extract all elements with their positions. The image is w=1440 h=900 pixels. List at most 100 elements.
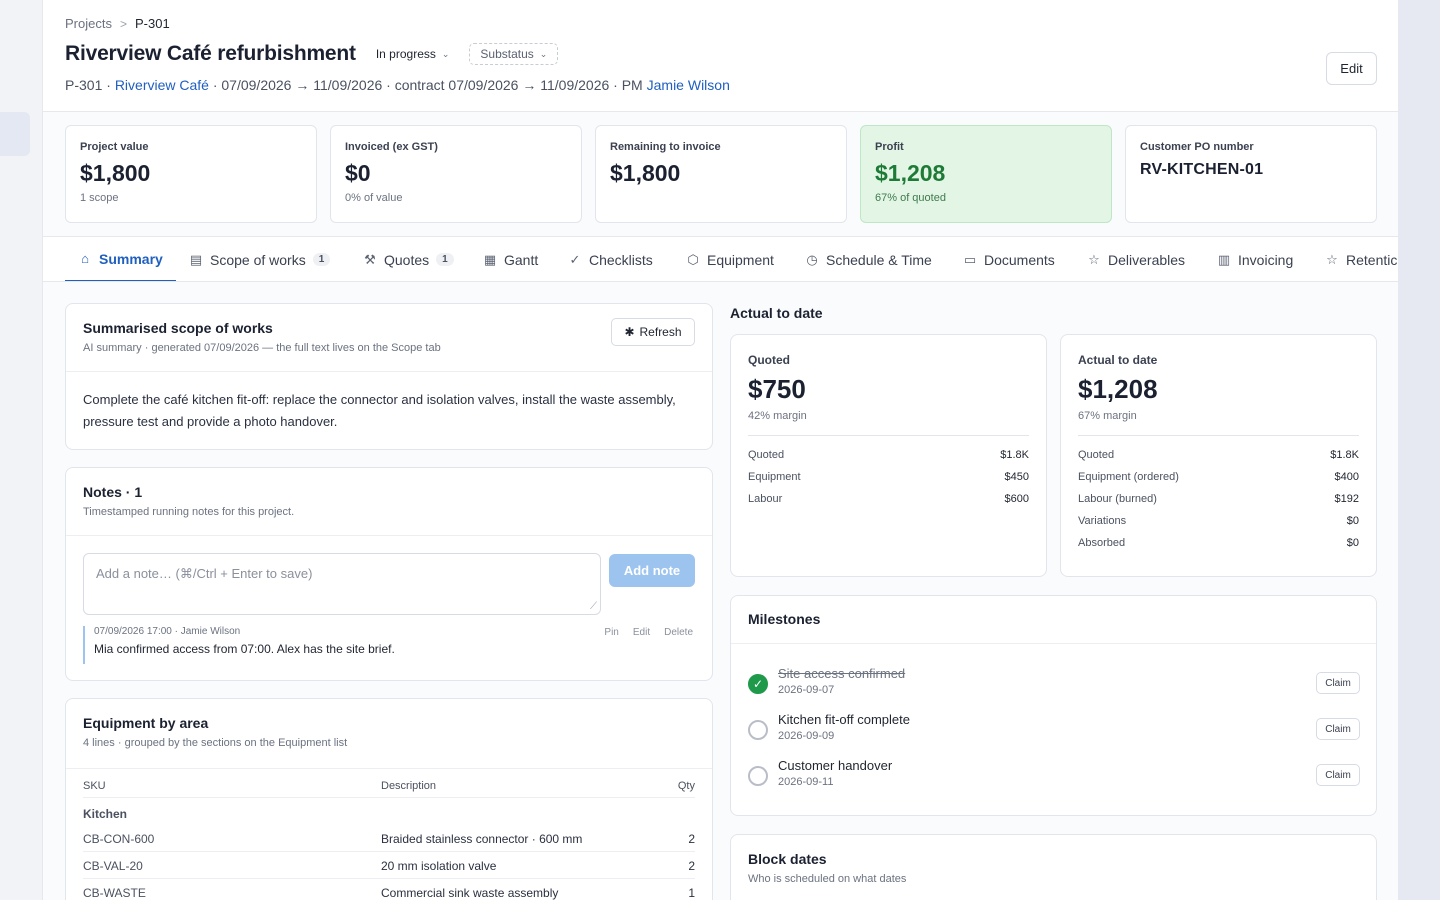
column-header-sku: SKU [83,780,106,792]
claim-button[interactable]: Claim [1316,764,1360,786]
fin-row: Variations $0 [1078,510,1359,532]
project-page: Projects > P-301 Riverview Café refurbis… [42,0,1398,900]
quoted-card: Quoted $750 42% margin Quoted $1.8K Equi… [730,334,1047,577]
table-group-row: Kitchen [83,798,695,825]
cell-qty: 2 [688,859,695,873]
milestone-item: Kitchen fit-off complete 2026-09-09 Clai… [748,712,1360,752]
tab-quotes[interactable]: ⚒ Quotes 1 [363,237,454,281]
hammer-icon: ⚒ [364,251,376,267]
receipt-icon: ▥ [1217,251,1231,267]
column-header-qty: Qty [677,780,695,792]
kpi-sub: 1 scope [80,192,119,204]
kpi-invoiced: Invoiced (ex GST) $0 0% of value [330,125,582,223]
kpi-value: $1,800 [80,160,151,186]
empty-circle-icon[interactable] [748,720,768,740]
tab-retention[interactable]: ☆ Retentic [1325,237,1398,281]
note-pin-button[interactable]: Pin [604,627,618,638]
status-label: In progress [375,47,436,61]
block-dates-title: Block dates [748,851,827,867]
project-header: Projects > P-301 Riverview Café refurbis… [43,0,1398,112]
scope-sub: AI summary · generated 07/09/2026 — the … [83,342,441,354]
fin-row: Quoted $1.8K [1078,444,1359,466]
claim-button[interactable]: Claim [1316,672,1360,694]
star-icon: ☆ [1326,251,1338,267]
chevron-down-icon: ⌄ [539,48,548,59]
block-dates-card: Block dates Who is scheduled on what dat… [730,834,1377,900]
project-tabs: ⌂ Summary ▤ Scope of works 1 ⚒ Quotes 1 … [43,236,1398,282]
actual-to-date-heading: Actual to date [730,305,823,321]
note-delete-button[interactable]: Delete [664,627,693,638]
milestones-title: Milestones [748,611,821,627]
fin-row: Labour (burned) $192 [1078,488,1359,510]
kpi-sub: 0% of value [345,192,403,204]
breadcrumb: Projects > P-301 [65,16,170,31]
cell-sku: CB-CON-600 [83,832,155,846]
fin-row-label: Variations [1078,515,1127,527]
fin-label: Actual to date [1078,353,1158,367]
note-edit-button[interactable]: Edit [633,627,650,638]
check-circle-icon[interactable]: ✓ [748,674,768,694]
breadcrumb-chevron-icon: > [119,16,127,31]
add-note-button[interactable]: Add note [609,554,695,587]
milestone-title: Customer handover [778,758,893,773]
tab-label: Equipment [707,251,774,268]
column-header-description: Description [381,780,437,792]
tab-scope-of-works[interactable]: ▤ Scope of works 1 [189,237,331,281]
tab-checklists[interactable]: ✓ Checklists [568,237,653,281]
cell-description: 20 mm isolation valve [381,859,497,873]
fin-row: Equipment $450 [748,466,1029,488]
table-header: SKU Description Qty [83,774,695,798]
scope-body: Complete the café kitchen fit-off: repla… [83,392,676,429]
empty-circle-icon[interactable] [748,766,768,786]
edit-button[interactable]: Edit [1326,52,1377,85]
note-input[interactable]: Add a note… (⌘/Ctrl + Enter to save) ⟋ [83,553,601,615]
milestone-item: ✓ Site access confirmed 2026-09-07 Claim [748,666,1360,706]
sparkle-icon: ✱ [624,325,635,339]
milestone-title: Site access confirmed [778,666,906,681]
breadcrumb-projects-link[interactable]: Projects [65,16,112,31]
tab-schedule-time[interactable]: ◷ Schedule & Time [805,237,932,281]
status-dropdown[interactable]: In progress ⌄ [370,45,456,63]
tab-label: Documents [984,251,1055,268]
tab-summary[interactable]: ⌂ Summary [65,237,176,281]
tab-documents[interactable]: ▭ Documents [963,237,1055,281]
tab-gantt[interactable]: ▦ Gantt [483,237,538,281]
fin-row: Quoted $1.8K [748,444,1029,466]
kpi-label: Remaining to invoice [610,141,721,153]
fin-margin: 67% margin [1078,410,1137,422]
customer-link[interactable]: Riverview Café [115,77,209,93]
tab-label: Quotes [384,251,430,268]
tab-label: Retentic [1346,251,1398,268]
block-dates-sub: Who is scheduled on what dates [748,873,907,885]
kpi-label: Profit [875,141,904,153]
table-row: CB-CON-600 Braided stainless connector ·… [83,825,695,852]
fin-value: $1,208 [1078,374,1158,404]
cell-description: Braided stainless connector · 600 mm [381,832,583,846]
tab-equipment[interactable]: ⬡ Equipment [686,237,774,281]
tab-deliverables[interactable]: ☆ Deliverables [1087,237,1185,281]
resize-handle-icon[interactable]: ⟋ [590,601,597,612]
fin-row-value: $192 [1334,493,1359,505]
kpi-project-value: Project value $1,800 1 scope [65,125,317,223]
breadcrumb-current: P-301 [134,16,170,31]
sidebar-active-item[interactable] [0,112,30,156]
milestone-item: Customer handover 2026-09-11 Claim [748,758,1360,798]
fin-row: Absorbed $0 [1078,532,1359,554]
pm-link[interactable]: Jamie Wilson [647,77,730,93]
notes-title: Notes · 1 [83,484,143,500]
claim-button[interactable]: Claim [1316,718,1360,740]
kpi-profit: Profit $1,208 67% of quoted [860,125,1112,223]
cell-sku: CB-VAL-20 [83,859,143,873]
substatus-label: Substatus [480,47,534,61]
equipment-table: SKU Description Qty Kitchen CB-CON-600 B… [83,774,695,900]
fin-row-value: $1.8K [1330,449,1359,461]
fin-row-label: Equipment (ordered) [1078,471,1179,483]
tab-count-badge: 1 [436,253,454,266]
fin-row: Labour $600 [748,488,1029,510]
milestones-card: Milestones ✓ Site access confirmed 2026-… [730,595,1377,816]
tab-invoicing[interactable]: ▥ Invoicing [1217,237,1293,281]
milestone-date: 2026-09-07 [778,684,835,696]
substatus-dropdown[interactable]: Substatus ⌄ [469,43,559,65]
fin-row-value: $1.8K [1000,449,1029,461]
refresh-button[interactable]: ✱ Refresh [611,318,695,346]
